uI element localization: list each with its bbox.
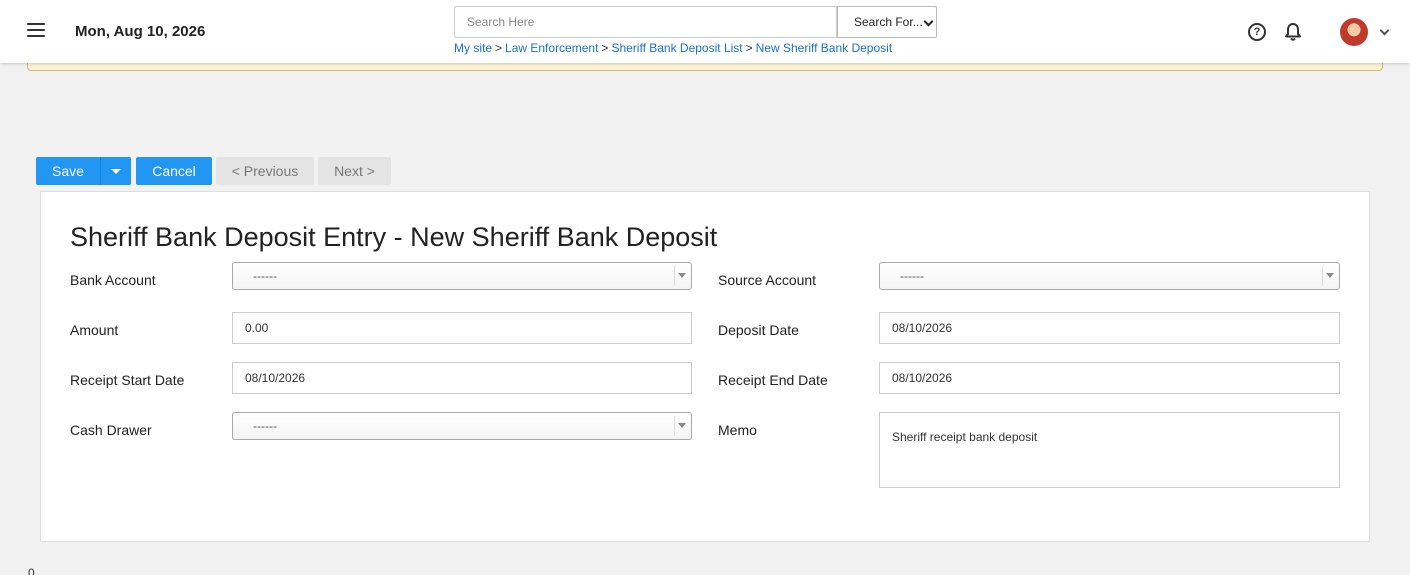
- select-divider: [1322, 266, 1323, 286]
- bell-icon[interactable]: [1284, 22, 1302, 42]
- breadcrumb-deposit-list[interactable]: Sheriff Bank Deposit List: [611, 41, 742, 55]
- memo-textarea[interactable]: Sheriff receipt bank deposit: [879, 412, 1340, 488]
- page-title: Sheriff Bank Deposit Entry - New Sheriff…: [70, 222, 718, 252]
- amount-label: Amount: [70, 322, 119, 338]
- cash-drawer-select[interactable]: ------: [232, 412, 692, 440]
- select-divider: [674, 416, 675, 436]
- amount-input[interactable]: 0.00: [232, 312, 692, 344]
- caret-down-icon: [111, 168, 121, 174]
- footer-text: 0: [28, 566, 35, 575]
- user-menu-chevron-icon[interactable]: [1379, 25, 1390, 36]
- search-for-select[interactable]: Search For...: [837, 6, 937, 38]
- next-button[interactable]: Next >: [318, 157, 391, 185]
- breadcrumb-new-deposit[interactable]: New Sheriff Bank Deposit: [756, 41, 893, 55]
- source-account-select[interactable]: ------: [879, 262, 1340, 290]
- source-account-value: ------: [900, 269, 924, 283]
- search-for-label: Search For...: [854, 15, 923, 29]
- breadcrumb-separator: >: [601, 41, 609, 55]
- previous-button[interactable]: < Previous: [216, 157, 314, 185]
- hamburger-menu-icon[interactable]: [27, 23, 45, 37]
- cash-drawer-label: Cash Drawer: [70, 422, 152, 438]
- bank-account-value: ------: [253, 269, 277, 283]
- source-account-label: Source Account: [718, 272, 817, 288]
- deposit-date-input[interactable]: 08/10/2026: [879, 312, 1340, 344]
- top-bar: Mon, Aug 10, 2026 Search For... My site>…: [0, 0, 1410, 63]
- breadcrumb-separator: >: [745, 41, 753, 55]
- dropdown-arrow-icon: [678, 423, 686, 428]
- current-date: Mon, Aug 10, 2026: [75, 23, 206, 40]
- receipt-start-date-input[interactable]: 08/10/2026: [232, 362, 692, 394]
- receipt-end-date-input[interactable]: 08/10/2026: [879, 362, 1340, 394]
- receipt-end-date-label: Receipt End Date: [718, 372, 828, 388]
- chevron-down-icon: [923, 16, 934, 27]
- breadcrumb: My site > Law Enforcement > Sheriff Bank Dep…: [454, 41, 892, 55]
- breadcrumb-law-enforcement[interactable]: Law Enforcement: [505, 41, 598, 55]
- help-icon[interactable]: ?: [1248, 23, 1266, 41]
- breadcrumb-my-site[interactable]: My site: [454, 41, 492, 55]
- breadcrumb-separator: >: [495, 41, 503, 55]
- deposit-date-label: Deposit Date: [718, 322, 799, 338]
- cancel-button[interactable]: Cancel: [136, 157, 212, 185]
- dropdown-arrow-icon: [678, 273, 686, 278]
- memo-label: Memo: [718, 422, 757, 438]
- select-divider: [674, 266, 675, 286]
- bank-account-label: Bank Account: [70, 272, 156, 288]
- user-avatar[interactable]: [1340, 18, 1368, 46]
- bank-account-select[interactable]: ------: [232, 262, 692, 290]
- save-button[interactable]: Save: [36, 157, 100, 185]
- search-input[interactable]: [454, 6, 837, 38]
- cash-drawer-value: ------: [253, 419, 277, 433]
- receipt-start-date-label: Receipt Start Date: [70, 372, 185, 388]
- dropdown-arrow-icon: [1326, 273, 1334, 278]
- save-options-button[interactable]: [100, 157, 131, 185]
- deposit-form-card: Sheriff Bank Deposit Entry - New Sheriff…: [40, 191, 1370, 542]
